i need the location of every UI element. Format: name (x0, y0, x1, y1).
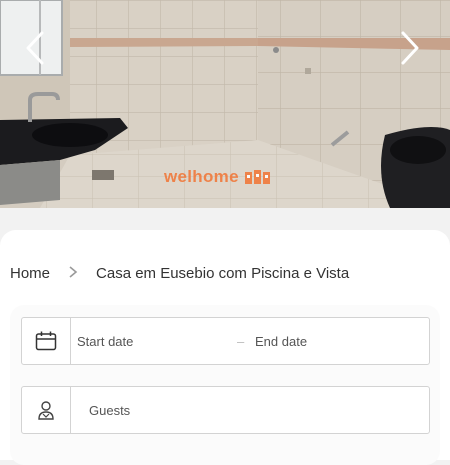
next-photo-button[interactable] (393, 28, 427, 68)
prev-photo-button[interactable] (18, 28, 52, 68)
end-date-input[interactable]: End date (255, 334, 307, 349)
breadcrumb-current: Casa em Eusebio com Piscina e Vista (96, 264, 350, 282)
building-icon (244, 170, 270, 184)
photo-gallery[interactable]: welhome (0, 0, 450, 208)
guests-input[interactable]: Guests (89, 403, 130, 418)
chevron-right-icon (68, 265, 78, 282)
chevron-right-icon (401, 31, 419, 65)
watermark-text: welhome (164, 167, 239, 186)
chevron-left-icon (26, 31, 44, 65)
breadcrumb-home-link[interactable]: Home (10, 265, 50, 282)
date-range-field[interactable]: Start date – End date (21, 317, 430, 365)
start-date-input[interactable]: Start date (77, 334, 237, 349)
breadcrumb: Home Casa em Eusebio com Piscina e Vista (10, 262, 349, 284)
guests-field[interactable]: Guests (21, 386, 430, 434)
date-separator: – (237, 333, 245, 349)
calendar-icon (22, 318, 71, 364)
watermark-logo: welhome (164, 167, 271, 187)
person-icon (22, 387, 71, 433)
